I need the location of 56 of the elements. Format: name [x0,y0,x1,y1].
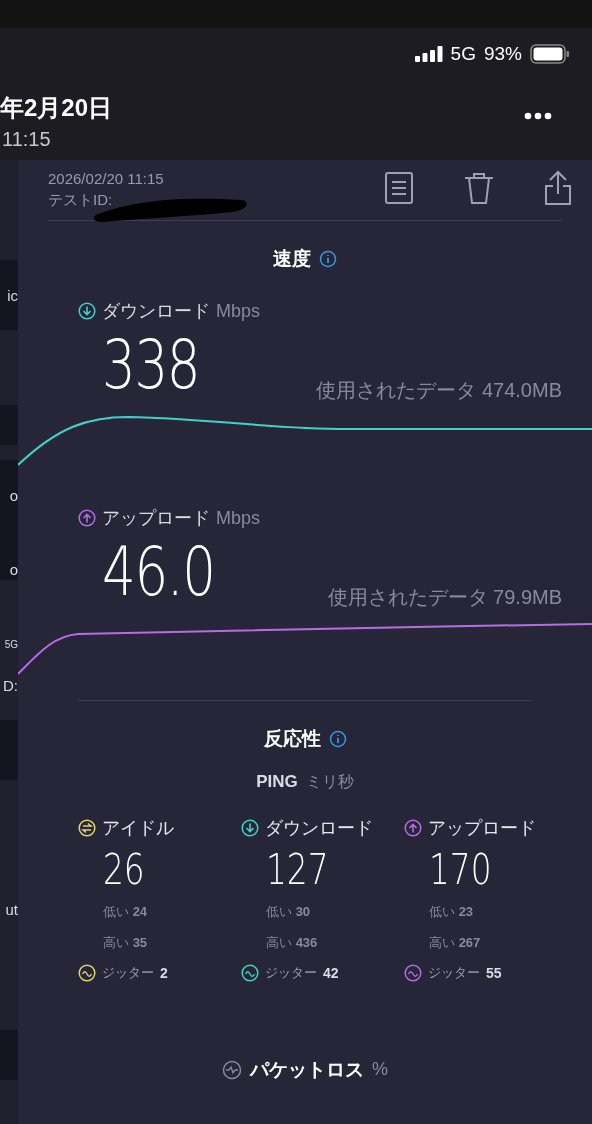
ping-low: 低い 24 [103,902,149,921]
metric-unit: Mbps [216,506,260,530]
document-icon[interactable] [384,171,414,205]
more-icon[interactable] [524,112,552,120]
info-icon[interactable] [319,250,337,269]
ping-high: 高い 35 [103,934,149,952]
data-used: 使用されたデータ 474.0MB [316,377,562,403]
jitter-icon [78,964,96,982]
jitter-icon [241,964,259,982]
ping-low: 低い 23 [429,902,475,921]
ping-unit: ミリ秒 [305,772,354,792]
info-icon[interactable] [328,729,347,748]
jitter-icon [404,964,422,982]
section-title: 速度 [273,247,311,271]
network-type: 5G [450,42,476,66]
timestamp: 2026/02/20 11:15 [48,169,164,189]
test-id: テストID: [48,190,114,210]
packet-loss-label: パケットロス [250,1057,364,1082]
jitter-value: 2 [160,963,168,983]
ping-column-label: アップロード [428,816,536,840]
packet-loss-icon [222,1059,242,1080]
battery-percent: 93% [483,42,522,66]
header-time: 11:15 [2,127,51,152]
header-date: 年2月20日 [0,93,113,123]
background-text: o [9,562,18,577]
battery-icon [530,44,570,65]
ping-low: 低い 30 [266,902,312,921]
jitter-value: 42 [323,963,339,983]
ping-label: PING [256,771,298,793]
metric-label: ダウンロード [102,299,210,323]
share-icon[interactable] [544,170,572,206]
background-text: 5G [4,640,18,650]
background-text: ut [5,902,18,917]
metric-unit: Mbps [216,299,260,323]
packet-loss-unit: % [372,1058,388,1082]
background-text: ic [7,288,18,303]
jitter-label: ジッター [102,964,154,983]
background-text: D: [3,678,18,693]
trash-icon[interactable] [464,171,494,205]
jitter-label: ジッター [428,964,480,983]
background-text: o [9,488,18,503]
data-used: 使用されたデータ 79.9MB [327,584,562,610]
ping-column-label: アイドル [102,816,174,840]
metric-label: アップロード [102,506,210,530]
ping-high: 高い 267 [429,934,482,952]
ping-column-label: ダウンロード [265,816,373,840]
metric-value: 338 [102,330,200,399]
ping-value: 170 [429,843,493,896]
metric-value: 46.0 [102,537,215,606]
jitter-value: 55 [486,963,502,983]
ping-high: 高い 436 [266,934,319,952]
jitter-label: ジッター [265,964,317,983]
ping-value: 26 [103,843,146,896]
signal-icon [414,46,443,63]
section-title: 反応性 [263,726,321,751]
ping-value: 127 [266,843,330,896]
